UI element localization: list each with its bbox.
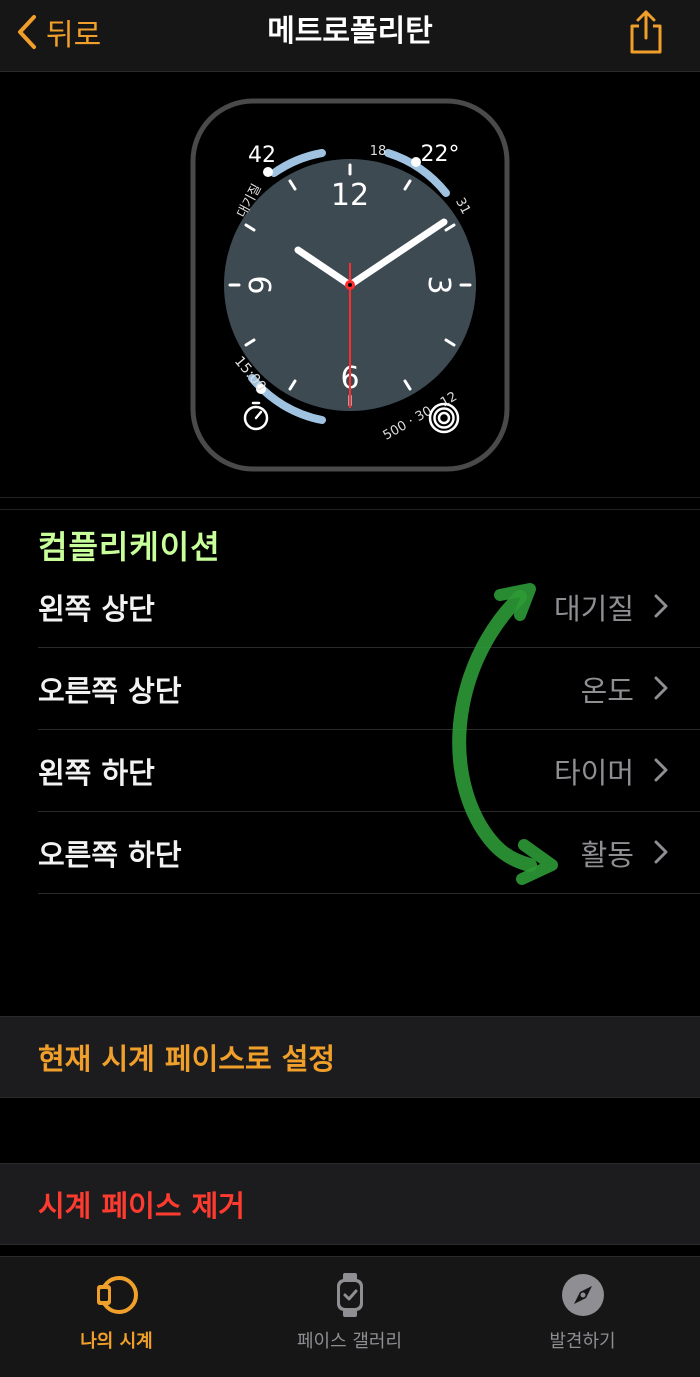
set-as-current-face-label: 현재 시계 페이스로 설정 [38, 1042, 336, 1076]
complications-section-header: 컴플리케이션 [24, 522, 260, 568]
face-gallery-icon [336, 1273, 363, 1317]
complications-list: 왼쪽 상단 대기질 오른쪽 상단 온도 왼쪽 하단 타이머 오른쪽 하단 활동 [0, 566, 700, 894]
complication-row-top-right[interactable]: 오른쪽 상단 온도 [0, 648, 700, 730]
row-label: 왼쪽 상단 [38, 592, 155, 626]
watch-face-preview[interactable]: 12 3 6 9 42 대기질 18 22° 31 15:00 500 · 30… [190, 98, 510, 472]
tab-label: 나의 시계 [80, 1331, 153, 1352]
share-icon [630, 10, 662, 54]
temperature-value: 22° [421, 142, 460, 167]
chevron-right-icon [654, 840, 668, 864]
chevron-right-icon [654, 676, 668, 700]
tab-bar: 나의 시계 페이스 갤러리 발견하기 [0, 1256, 700, 1377]
divider [0, 497, 700, 498]
dial-numeral-12: 12 [331, 178, 369, 213]
chevron-right-icon [654, 758, 668, 782]
row-value: 온도 [580, 674, 634, 708]
set-as-current-face-button[interactable]: 현재 시계 페이스로 설정 [0, 1016, 700, 1098]
complication-row-top-left[interactable]: 왼쪽 상단 대기질 [0, 566, 700, 648]
row-label: 오른쪽 하단 [38, 838, 182, 872]
divider [0, 509, 700, 510]
row-value: 활동 [580, 838, 634, 872]
complication-row-bottom-left[interactable]: 왼쪽 하단 타이머 [0, 730, 700, 812]
row-value: 타이머 [553, 756, 634, 790]
watch-icon [96, 1276, 138, 1314]
remove-face-label: 시계 페이스 제거 [38, 1189, 245, 1223]
row-label: 왼쪽 하단 [38, 756, 155, 790]
complications-header-text: 컴플리케이션 [38, 528, 221, 566]
tab-discover[interactable]: 발견하기 [466, 1271, 699, 1353]
complication-row-bottom-right[interactable]: 오른쪽 하단 활동 [0, 812, 700, 894]
tab-label: 발견하기 [549, 1331, 616, 1352]
tab-my-watch[interactable]: 나의 시계 [0, 1271, 233, 1353]
row-value: 대기질 [553, 592, 634, 626]
temperature-min: 18 [370, 144, 387, 159]
compass-icon [561, 1274, 604, 1316]
dial-numeral-9: 9 [244, 275, 279, 294]
page-title: 메트로폴리탄 [267, 14, 433, 49]
row-label: 오른쪽 상단 [38, 674, 182, 708]
dial-numeral-3: 3 [421, 275, 456, 294]
tab-face-gallery[interactable]: 페이스 갤러리 [233, 1271, 466, 1353]
air-quality-value: 42 [248, 143, 276, 168]
chevron-right-icon [654, 594, 668, 618]
remove-face-button[interactable]: 시계 페이스 제거 [0, 1163, 700, 1245]
tab-label: 페이스 갤러리 [296, 1331, 403, 1352]
navigation-bar: 뒤로 메트로폴리탄 [0, 0, 700, 72]
share-button[interactable] [626, 8, 666, 60]
